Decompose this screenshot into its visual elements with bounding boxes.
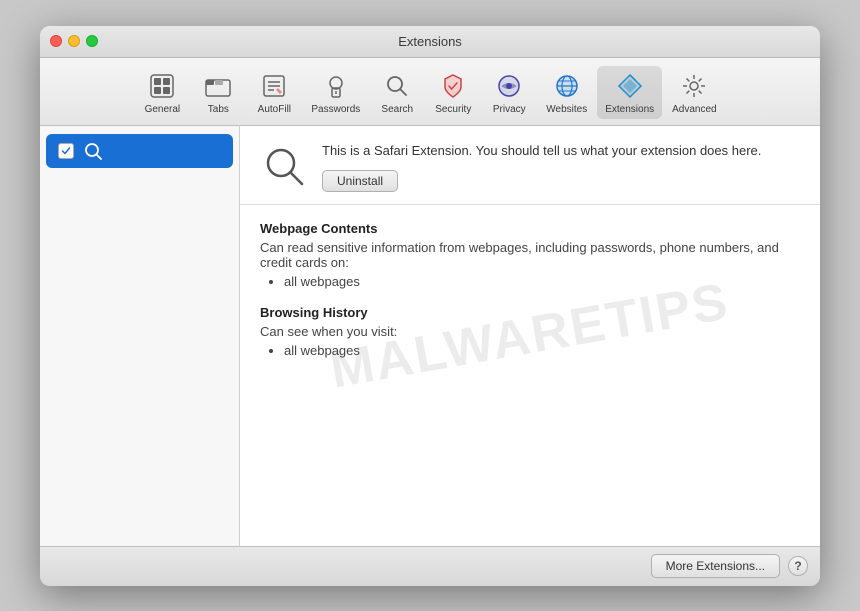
extension-checkbox[interactable] [58,143,74,159]
toolbar-general[interactable]: General [135,66,189,119]
autofill-icon [258,70,290,102]
websites-icon [551,70,583,102]
more-extensions-button[interactable]: More Extensions... [651,554,780,578]
browsing-history-title: Browsing History [260,305,800,320]
minimize-button[interactable] [68,35,80,47]
browsing-history-section: Browsing History Can see when you visit:… [260,305,800,358]
general-label: General [145,104,181,115]
advanced-label: Advanced [672,104,716,115]
toolbar-items: General Tabs [135,66,724,119]
sidebar-item-search-ext[interactable] [46,134,233,168]
webpage-contents-desc: Can read sensitive information from webp… [260,240,800,270]
toolbar-search[interactable]: Search [370,66,424,119]
security-icon [437,70,469,102]
extension-info: This is a Safari Extension. You should t… [322,142,800,192]
search-label: Search [381,104,413,115]
advanced-icon [678,70,710,102]
detail-panel: MALWARETIPS This is a Safari Extension. … [240,126,820,546]
webpage-contents-title: Webpage Contents [260,221,800,236]
list-item: all webpages [284,343,800,358]
permissions-section: Webpage Contents Can read sensitive info… [240,205,820,390]
footer: More Extensions... ? [40,546,820,586]
search-icon [381,70,413,102]
passwords-icon [320,70,352,102]
tabs-icon [202,70,234,102]
toolbar-autofill[interactable]: AutoFill [247,66,301,119]
sidebar [40,126,240,546]
webpage-contents-section: Webpage Contents Can read sensitive info… [260,221,800,289]
browsing-history-desc: Can see when you visit: [260,324,800,339]
passwords-label: Passwords [311,104,360,115]
main-window: Extensions General [40,26,820,586]
toolbar-websites[interactable]: Websites [538,66,595,119]
toolbar-privacy[interactable]: Privacy [482,66,536,119]
maximize-button[interactable] [86,35,98,47]
content-area: MALWARETIPS This is a Safari Extension. … [40,126,820,546]
window-title: Extensions [398,34,462,49]
extensions-icon [614,70,646,102]
browsing-history-list: all webpages [260,343,800,358]
close-button[interactable] [50,35,62,47]
titlebar: Extensions [40,26,820,58]
toolbar-extensions[interactable]: Extensions [597,66,662,119]
extension-header: This is a Safari Extension. You should t… [240,126,820,205]
help-button[interactable]: ? [788,556,808,576]
privacy-label: Privacy [493,104,526,115]
extensions-label: Extensions [605,104,654,115]
sidebar-ext-icon [82,140,104,162]
tabs-label: Tabs [208,104,229,115]
toolbar: General Tabs [40,58,820,126]
security-label: Security [435,104,471,115]
uninstall-button[interactable]: Uninstall [322,170,398,192]
webpage-contents-list: all webpages [260,274,800,289]
extension-icon [260,142,308,190]
privacy-icon [493,70,525,102]
websites-label: Websites [546,104,587,115]
extension-description: This is a Safari Extension. You should t… [322,142,800,160]
list-item: all webpages [284,274,800,289]
general-icon [146,70,178,102]
toolbar-security[interactable]: Security [426,66,480,119]
toolbar-advanced[interactable]: Advanced [664,66,724,119]
toolbar-passwords[interactable]: Passwords [303,66,368,119]
autofill-label: AutoFill [258,104,291,115]
toolbar-tabs[interactable]: Tabs [191,66,245,119]
traffic-lights [50,35,98,47]
